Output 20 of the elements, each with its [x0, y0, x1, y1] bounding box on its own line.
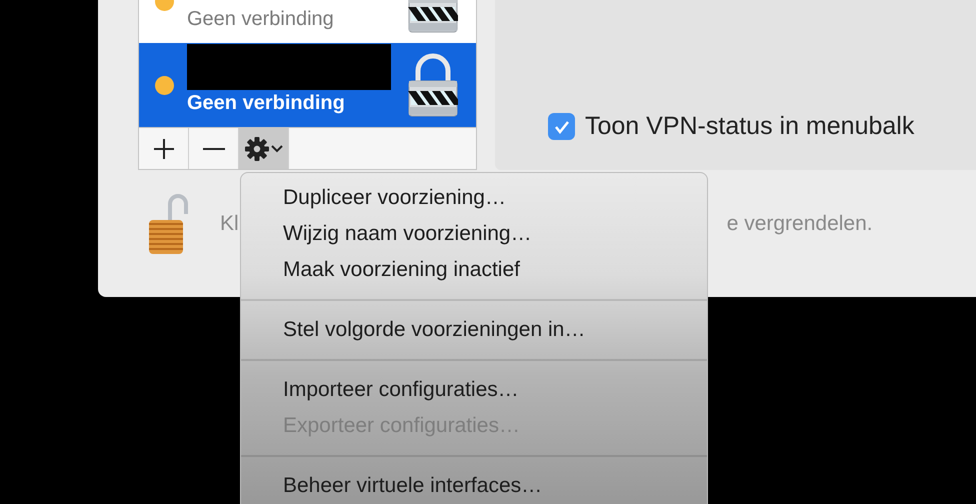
checkbox-label: Toon VPN-status in menubalk	[585, 112, 914, 141]
menu-item[interactable]: Importeer configuraties…	[241, 372, 707, 408]
minus-icon	[202, 146, 224, 150]
menu-item[interactable]: Dupliceer voorziening…	[241, 180, 707, 216]
connection-status: Geen verbinding	[187, 8, 335, 31]
menu-item[interactable]: Stel volgorde voorzieningen in…	[241, 312, 707, 348]
chevron-down-icon	[270, 144, 282, 152]
padlock-icon	[408, 51, 458, 117]
menu-item[interactable]: Beheer virtuele interfaces…	[241, 468, 707, 504]
checkmark-icon	[554, 120, 570, 134]
menu-item[interactable]: Wijzig naam voorziening…	[241, 216, 707, 252]
lock-hint-text: e vergrendelen.	[726, 212, 873, 236]
service-row[interactable]: Geen verbinding	[139, 43, 476, 127]
checkbox[interactable]	[548, 113, 575, 140]
connection-status: Geen verbinding	[187, 92, 346, 115]
menu-item[interactable]: Maak voorziening inactief	[241, 252, 707, 288]
open-padlock-icon[interactable]	[148, 192, 190, 256]
lock-hint-text: Kl	[220, 212, 239, 236]
plus-icon	[152, 138, 174, 160]
action-menu-button[interactable]	[239, 128, 289, 169]
